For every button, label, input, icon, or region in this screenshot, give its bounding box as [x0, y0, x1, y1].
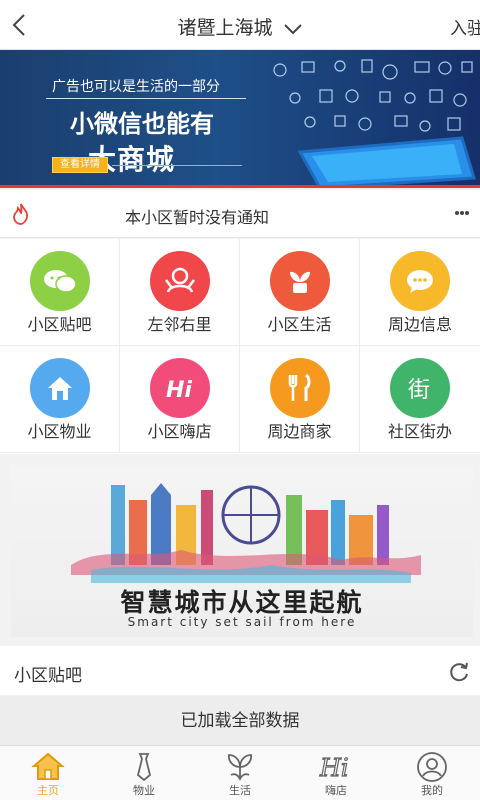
hi-icon: Hi: [318, 753, 349, 781]
message-icon: [390, 251, 450, 311]
tab-life[interactable]: 生活: [192, 746, 288, 800]
flower-icon: [227, 754, 253, 781]
tab-label: 主页: [37, 784, 59, 797]
svg-text:Hi: Hi: [166, 378, 192, 401]
grid-item-nearby-info[interactable]: 周边信息: [360, 239, 480, 346]
tab-hi-shop[interactable]: Hi 嗨店: [288, 746, 384, 800]
smart-city-subtitle: Smart city set sail from here: [127, 615, 357, 629]
banner-tagline: 广告也可以是生活的一部分: [52, 79, 220, 95]
grid-item-label: 周边商家: [267, 422, 332, 441]
section-title: 小区贴吧: [14, 666, 82, 686]
grid-item-label: 小区贴吧: [27, 315, 92, 334]
smart-city-banner[interactable]: 智慧城市从这里起航 Smart city set sail from here: [11, 465, 473, 637]
grid-item-community-forum[interactable]: 小区贴吧: [0, 239, 120, 346]
function-grid: 小区贴吧 左邻右里 小区生活 周边信息 小区物业 Hi 小区嗨店 周边商家 街 …: [0, 239, 480, 454]
svg-text:Hi: Hi: [319, 754, 349, 781]
fork-knife-icon: [270, 358, 330, 418]
settle-button[interactable]: 入驻: [450, 14, 480, 39]
tab-property[interactable]: 物业: [96, 746, 192, 800]
grid-item-community-life[interactable]: 小区生活: [240, 239, 360, 346]
banner-rule: [46, 98, 246, 99]
notice-text: 本小区暂时没有通知: [125, 208, 270, 227]
load-status: 已加载全部数据: [0, 696, 480, 746]
city-skyline-illustration: [71, 483, 421, 583]
tab-home[interactable]: 主页: [0, 746, 96, 800]
grid-item-hi-shop[interactable]: Hi 小区嗨店: [120, 346, 240, 453]
grid-item-nearby-merchants[interactable]: 周边商家: [240, 346, 360, 453]
grid-item-label: 周边信息: [387, 315, 452, 334]
neighbors-icon: [150, 251, 210, 311]
smart-city-title: 智慧城市从这里起航: [120, 588, 364, 617]
grid-item-street-office[interactable]: 街 社区街办: [360, 346, 480, 453]
tab-mine[interactable]: 我的: [384, 746, 480, 800]
hi-icon: Hi: [150, 358, 210, 418]
home-icon: [30, 358, 90, 418]
notice-bar[interactable]: 本小区暂时没有通知: [0, 190, 480, 238]
grid-item-label: 左邻右里: [147, 315, 212, 334]
grid-item-label: 小区物业: [27, 422, 92, 441]
fire-icon: [13, 203, 29, 225]
top-bar: 诸暨上海城 入驻: [0, 0, 480, 50]
refresh-icon[interactable]: [448, 661, 470, 683]
banner-divider: [0, 185, 480, 188]
forum-section-header: 小区贴吧: [0, 646, 480, 695]
street-icon: 街: [390, 358, 450, 418]
tab-label: 生活: [229, 784, 251, 797]
svg-text:街: 街: [408, 378, 430, 403]
tablet-illustration: [273, 59, 476, 188]
grid-item-label: 小区嗨店: [147, 422, 212, 441]
tab-label: 嗨店: [325, 784, 347, 797]
user-icon: [417, 752, 447, 782]
grid-item-property[interactable]: 小区物业: [0, 346, 120, 453]
chat-icon: [30, 251, 90, 311]
tab-label: 物业: [133, 784, 155, 797]
tie-icon: [136, 753, 152, 781]
city-name: 诸暨上海城: [177, 17, 273, 39]
home-icon: [31, 752, 65, 780]
banner-headline: 小微信也能有: [70, 110, 214, 138]
view-details-button[interactable]: 查看详情: [52, 157, 108, 173]
bottom-tab-bar: 主页 物业 生活 Hi 嗨店 我的: [0, 745, 480, 800]
promo-banner[interactable]: 广告也可以是生活的一部分 小微信也能有 大商城 查看详情: [0, 50, 480, 188]
grid-item-neighbors[interactable]: 左邻右里: [120, 239, 240, 346]
grid-item-label: 社区街办: [387, 422, 452, 441]
tab-label: 我的: [421, 784, 443, 797]
grid-item-label: 小区生活: [267, 315, 332, 334]
banner-rule-2: [112, 165, 242, 166]
plant-icon: [270, 251, 330, 311]
city-selector[interactable]: 诸暨上海城: [0, 13, 480, 40]
more-icon[interactable]: [454, 210, 470, 216]
chevron-down-icon: [283, 23, 302, 34]
